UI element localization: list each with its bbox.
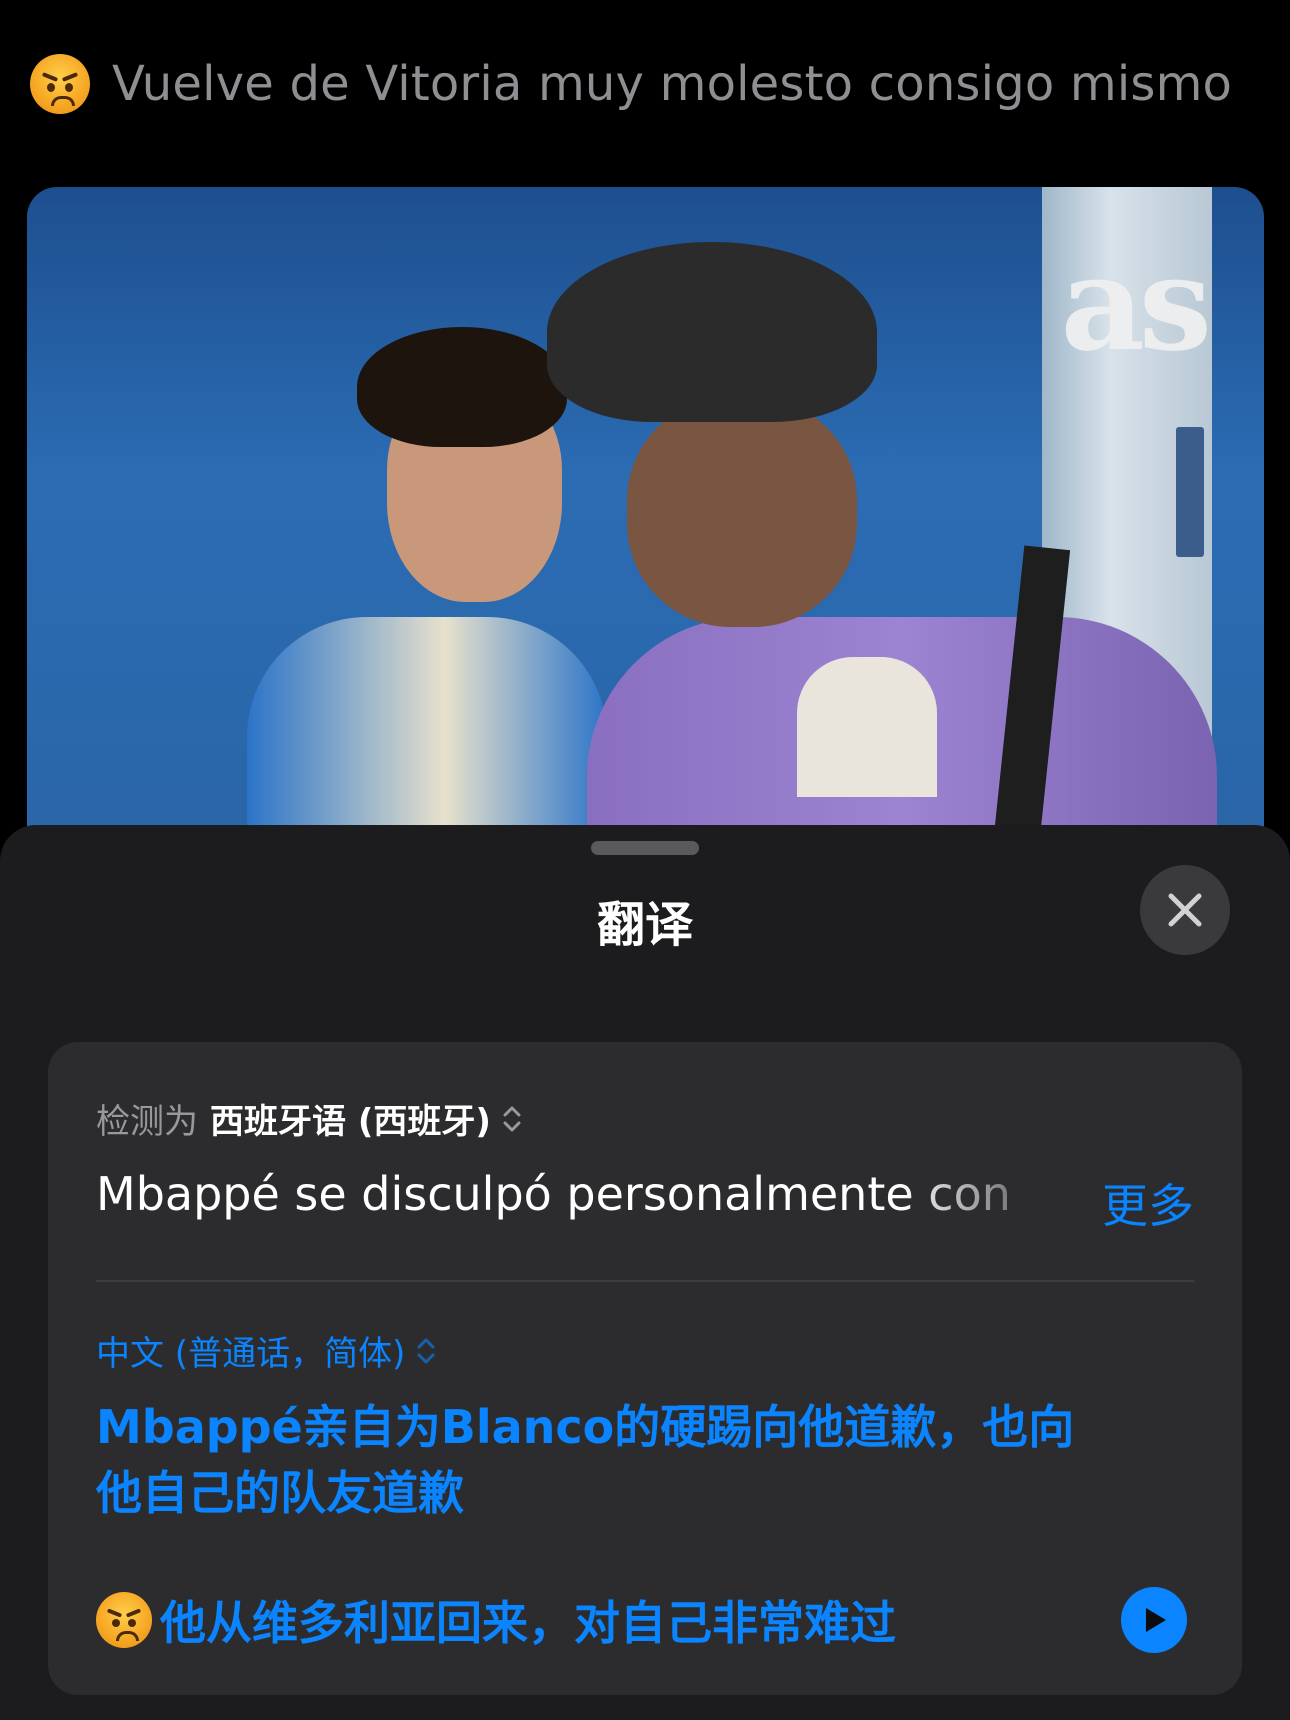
tweet-photo[interactable]: as <box>27 187 1264 827</box>
tweet-text: Vuelve de Vitoria muy molesto consigo mi… <box>112 56 1233 112</box>
chevron-up-down-icon <box>503 1106 521 1131</box>
angry-face-icon <box>30 54 90 114</box>
angry-face-icon <box>96 1592 152 1648</box>
sheet-title: 翻译 <box>596 897 693 953</box>
translated-text-line2: 他从维多利亚回来，对自己非常难过 <box>96 1587 896 1653</box>
translation-card: 检测为 西班牙语 (西班牙) Mbappé se disculpó person… <box>48 1042 1242 1695</box>
photo-watermark-logo: as <box>1060 227 1212 380</box>
detected-prefix: 检测为 <box>96 1102 198 1142</box>
divider <box>96 1280 1194 1282</box>
translate-sheet: 翻译 检测为 西班牙语 (西班牙) Mbappé se disculpó per… <box>0 825 1290 1720</box>
source-language: 西班牙语 (西班牙) <box>210 1102 491 1142</box>
source-language-selector[interactable]: 检测为 西班牙语 (西班牙) <box>96 1094 523 1143</box>
close-icon <box>1168 893 1202 927</box>
tweet-text-line: Vuelve de Vitoria muy molesto consigo mi… <box>30 52 1232 116</box>
more-button[interactable]: 更多 <box>1102 1170 1194 1236</box>
source-text: Mbappé se disculpó personalmente con <box>96 1167 1011 1221</box>
translated-text-second: 他从维多利亚回来，对自己非常难过 <box>160 1596 896 1650</box>
play-icon <box>1146 1608 1166 1632</box>
play-button[interactable] <box>1121 1587 1187 1653</box>
close-button[interactable] <box>1140 865 1230 955</box>
target-language: 中文 (普通话，简体) <box>96 1334 406 1374</box>
chevron-up-down-icon <box>417 1338 435 1363</box>
target-language-selector[interactable]: 中文 (普通话，简体) <box>96 1326 437 1375</box>
sheet-grabber[interactable] <box>591 841 699 855</box>
translated-text: Mbappé亲自为Blanco的硬踢向他道歉，也向他自己的队友道歉 <box>96 1400 1075 1520</box>
